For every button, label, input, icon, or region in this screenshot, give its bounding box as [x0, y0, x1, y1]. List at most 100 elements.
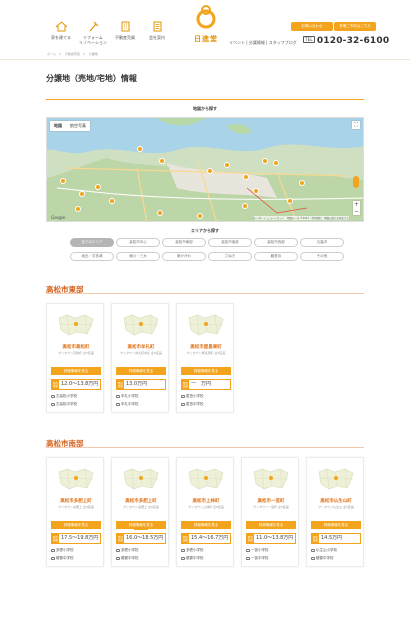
school-icon: [311, 556, 315, 560]
property-card[interactable]: 高松市多肥上町 サンタウン多肥上 全8区画 詳細情報を見る 販売価格 17.5〜…: [46, 457, 104, 567]
zoom-in-button[interactable]: +: [353, 201, 360, 208]
detail-button[interactable]: 詳細情報を見る: [116, 367, 166, 375]
map-pin-icon[interactable]: [159, 158, 165, 164]
property-card[interactable]: 高松市高松町 サンタウン高松町 全5区画 詳細情報を見る 販売価格 12.0〜1…: [46, 303, 104, 413]
map-pin-icon[interactable]: [273, 160, 279, 166]
school-icon: [116, 402, 120, 406]
map-pin-icon[interactable]: [243, 174, 249, 180]
map-pin-icon[interactable]: [262, 158, 268, 164]
detail-button[interactable]: 詳細情報を見る: [116, 521, 166, 529]
school-icon: [181, 556, 185, 560]
school-icon: [116, 548, 120, 552]
price-value: 11.0〜13.8万円: [256, 535, 294, 541]
breadcrumb[interactable]: ホーム ＞ 不動産売買 ＞ 分譲地: [47, 52, 98, 56]
area-button-all[interactable]: 全てのエリア: [70, 238, 114, 247]
site-logo[interactable]: 日進堂: [191, 5, 221, 44]
property-subtitle: サンタウン一宮町 全5区画: [253, 505, 289, 509]
fullscreen-icon[interactable]: ⛶: [352, 121, 360, 129]
area-map-thumbnail: [58, 314, 94, 336]
area-map-thumbnail: [253, 468, 289, 490]
property-name[interactable]: 高松市高松町: [47, 344, 105, 350]
visit-reservation-button[interactable]: 来場ご予約はこちら: [334, 22, 376, 31]
area-button[interactable]: 高松市西部: [254, 238, 298, 247]
price-tag: 販売価格: [52, 380, 59, 389]
detail-button[interactable]: 詳細情報を見る: [51, 367, 101, 375]
area-button[interactable]: 丸亀市: [300, 238, 344, 247]
property-name[interactable]: 高松市仏生山町: [307, 498, 365, 504]
school-name: 龍雲中学校: [121, 556, 139, 560]
map-pin-icon[interactable]: [253, 188, 259, 194]
area-button[interactable]: 観音寺: [254, 252, 298, 261]
price-value: 12.0〜13.8万円: [61, 381, 99, 387]
school-icon: [181, 394, 185, 398]
map-type-tabs: 地図 航空写真: [50, 121, 90, 131]
school-name: 古高松小学校: [56, 394, 77, 398]
map-pin-icon[interactable]: [157, 210, 163, 216]
detail-button[interactable]: 詳細情報を見る: [181, 367, 231, 375]
map-pin-icon[interactable]: [287, 198, 293, 204]
contact-button[interactable]: お問い合わせ: [291, 22, 333, 31]
property-name[interactable]: 高松市多肥上町: [47, 498, 105, 504]
elementary-school: 牟礼小学校: [116, 394, 139, 399]
map-pin-icon[interactable]: [60, 178, 66, 184]
property-name[interactable]: 高松市多肥上町: [112, 498, 170, 504]
logo-mark-icon: [196, 5, 216, 29]
school-name: 古高松中学校: [56, 402, 77, 406]
property-card[interactable]: 高松市多肥上町 サンタウン多肥上 全6区画 残り1区画 詳細情報を見る 販売価格…: [111, 457, 169, 567]
map-pin-icon[interactable]: [242, 203, 248, 209]
school-name: 牟礼中学校: [121, 402, 139, 406]
map-pin-icon[interactable]: [137, 146, 143, 152]
map-pin-icon[interactable]: [109, 198, 115, 204]
price-box: 販売価格 15.4〜16.7万円: [181, 533, 231, 544]
nav-company[interactable]: 会社案内: [138, 21, 176, 40]
elementary-school: 仏生山小学校: [311, 548, 337, 553]
header-links[interactable]: イベント | 分譲情報 | スタッフブログ: [229, 40, 297, 46]
school-name: 屋島小学校: [186, 394, 204, 398]
area-button[interactable]: 綾川・三木: [116, 252, 160, 261]
map-pin-icon[interactable]: [95, 184, 101, 190]
google-logo: Google: [51, 215, 66, 220]
map-pin-icon[interactable]: [75, 206, 81, 212]
phone-number[interactable]: TEL 0120-32-6100: [303, 36, 389, 46]
area-map-thumbnail: [58, 468, 94, 490]
price-tag: 販売価格: [117, 534, 124, 543]
section-underline: [46, 293, 364, 294]
school-icon: [51, 402, 55, 406]
area-button[interactable]: 坂出・宇多津: [70, 252, 114, 261]
area-button[interactable]: 高松市中心: [116, 238, 160, 247]
property-card[interactable]: 高松市仏生山町 サンタウン仏生山 全5区画 詳細情報を見る 販売価格 14.5万…: [306, 457, 364, 567]
school-icon: [116, 556, 120, 560]
property-name[interactable]: 高松市屋島東町: [177, 344, 235, 350]
map-pin-icon[interactable]: [79, 191, 85, 197]
school-icon: [51, 556, 55, 560]
map-pin-icon[interactable]: [197, 213, 203, 219]
area-button[interactable]: 東かがわ: [162, 252, 206, 261]
map-pin-icon[interactable]: [207, 168, 213, 174]
map-pin-icon[interactable]: [224, 162, 230, 168]
price-tag: 販売価格: [312, 534, 319, 543]
street-view-pegman-icon[interactable]: [353, 176, 359, 188]
map-pin-icon[interactable]: [299, 180, 305, 186]
map-tab-satellite[interactable]: 航空写真: [66, 121, 90, 131]
detail-button[interactable]: 詳細情報を見る: [181, 521, 231, 529]
property-card[interactable]: 高松市牟礼町 サンタウン牟礼町牟礼 全5区画 詳細情報を見る 販売価格 13.0…: [111, 303, 169, 413]
property-card[interactable]: 高松市上林町 サンタウン上林町 全6区画 詳細情報を見る 販売価格 15.4〜1…: [176, 457, 234, 567]
property-name[interactable]: 高松市牟礼町: [112, 344, 170, 350]
map-attribution[interactable]: キーボード ショートカット 地図データ ©2023 利用規約 地図の誤りを報告す…: [253, 216, 349, 220]
property-name[interactable]: 高松市上林町: [177, 498, 235, 504]
map-tab-roadmap[interactable]: 地図: [50, 121, 66, 131]
property-card[interactable]: 高松市屋島東町 サンタウン屋島東町 全5区画 詳細情報を見る 販売価格 一 万円…: [176, 303, 234, 413]
zoom-out-button[interactable]: −: [353, 208, 360, 215]
detail-button[interactable]: 詳細情報を見る: [51, 521, 101, 529]
area-button[interactable]: その他: [300, 252, 344, 261]
detail-button[interactable]: 詳細情報を見る: [246, 521, 296, 529]
property-subtitle: サンタウン上林町 全6区画: [188, 505, 224, 509]
property-name[interactable]: 高松市一宮町: [242, 498, 300, 504]
elementary-school: 屋島小学校: [181, 394, 204, 399]
detail-button[interactable]: 詳細情報を見る: [311, 521, 361, 529]
google-map[interactable]: 地図 航空写真 ⛶ + − Google キーボード ショートカット 地図データ…: [46, 117, 364, 222]
area-button[interactable]: 高松市南部: [208, 238, 252, 247]
area-button[interactable]: 高松市東部: [162, 238, 206, 247]
property-card[interactable]: 高松市一宮町 サンタウン一宮町 全5区画 詳細情報を見る 販売価格 11.0〜1…: [241, 457, 299, 567]
area-button[interactable]: さぬき: [208, 252, 252, 261]
